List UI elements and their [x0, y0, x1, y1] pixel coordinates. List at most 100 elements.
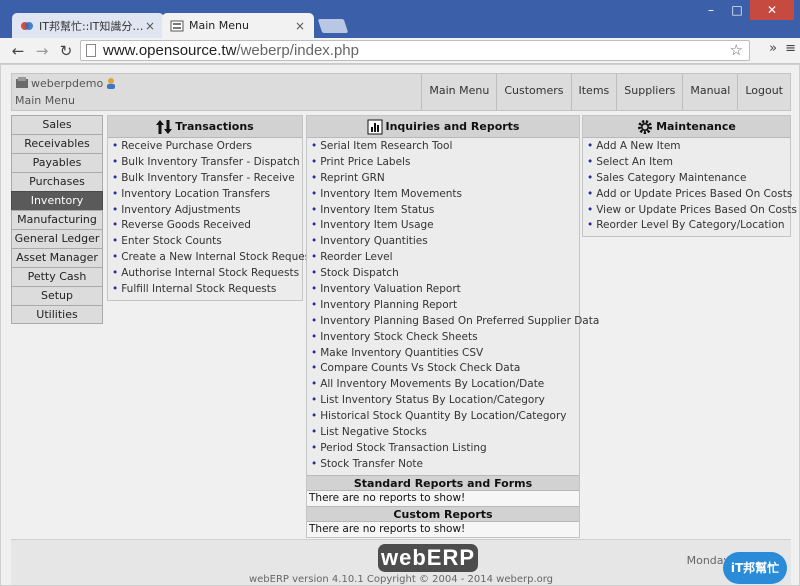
inquiry-item[interactable]: • Inventory Quantities — [311, 234, 579, 250]
top-menu-manual[interactable]: Manual — [682, 74, 737, 110]
inquiry-link[interactable]: Inventory Valuation Report — [320, 283, 461, 295]
module-manufacturing[interactable]: Manufacturing — [11, 210, 103, 229]
transaction-link[interactable]: Fulfill Internal Stock Requests — [121, 283, 276, 295]
maintenance-item[interactable]: • Reorder Level By Category/Location — [587, 218, 790, 234]
maintenance-item[interactable]: • Add or Update Prices Based On Costs — [587, 187, 792, 203]
inquiry-item[interactable]: • Stock Transfer Note — [311, 457, 579, 473]
transaction-item[interactable]: • Create a New Internal Stock Request — [112, 250, 314, 266]
transaction-link[interactable]: Bulk Inventory Transfer - Receive — [121, 172, 294, 184]
window-close-icon[interactable]: ✕ — [750, 0, 794, 20]
inquiry-item[interactable]: • List Inventory Status By Location/Categ… — [311, 393, 579, 409]
inquiry-link[interactable]: Make Inventory Quantities CSV — [320, 347, 483, 359]
inquiry-item[interactable]: • Compare Counts Vs Stock Check Data — [311, 361, 579, 377]
tab-close-icon[interactable]: × — [294, 19, 306, 33]
module-setup[interactable]: Setup — [11, 286, 103, 305]
menu-icon[interactable]: ≡ — [785, 41, 796, 56]
top-menu-logout[interactable]: Logout — [737, 74, 790, 110]
inquiry-item[interactable]: • Stock Dispatch — [311, 266, 579, 282]
top-menu-items[interactable]: Items — [570, 74, 617, 110]
inquiry-link[interactable]: Serial Item Research Tool — [320, 140, 452, 152]
maintenance-link[interactable]: Reorder Level By Category/Location — [596, 219, 784, 231]
inquiry-item[interactable]: • Reprint GRN — [311, 171, 579, 187]
tab-close-icon[interactable]: × — [144, 19, 156, 33]
module-payables[interactable]: Payables — [11, 153, 103, 172]
inquiry-link[interactable]: Reorder Level — [320, 251, 392, 263]
transaction-link[interactable]: Bulk Inventory Transfer - Dispatch — [121, 156, 300, 168]
module-purchases[interactable]: Purchases — [11, 172, 103, 191]
maintenance-link[interactable]: Add A New Item — [596, 140, 680, 152]
inquiry-item[interactable]: • Historical Stock Quantity By Location/C… — [311, 409, 579, 425]
inquiry-item[interactable]: • Inventory Item Status — [311, 203, 579, 219]
inquiry-item[interactable]: • Inventory Planning Based On Preferred S… — [311, 314, 599, 330]
module-inventory[interactable]: Inventory — [11, 191, 103, 210]
inquiry-link[interactable]: List Inventory Status By Location/Catego… — [320, 394, 545, 406]
inquiry-item[interactable]: • Inventory Stock Check Sheets — [311, 330, 579, 346]
maintenance-item[interactable]: • Add A New Item — [587, 139, 790, 155]
transaction-link[interactable]: Reverse Goods Received — [121, 219, 251, 231]
transaction-item[interactable]: • Reverse Goods Received — [112, 218, 302, 234]
transaction-item[interactable]: • Bulk Inventory Transfer - Dispatch — [112, 155, 302, 171]
transaction-link[interactable]: Enter Stock Counts — [121, 235, 222, 247]
maintenance-link[interactable]: View or Update Prices Based On Costs — [596, 204, 797, 216]
transaction-link[interactable]: Authorise Internal Stock Requests — [121, 267, 299, 279]
inquiry-item[interactable]: • Inventory Item Usage — [311, 218, 579, 234]
inquiry-item[interactable]: • Period Stock Transaction Listing — [311, 441, 579, 457]
top-menu-suppliers[interactable]: Suppliers — [616, 74, 682, 110]
extensions-chevron-icon[interactable]: » — [769, 41, 777, 56]
inquiry-link[interactable]: Inventory Planning Report — [320, 299, 457, 311]
transaction-item[interactable]: • Receive Purchase Orders — [112, 139, 302, 155]
transaction-link[interactable]: Receive Purchase Orders — [121, 140, 252, 152]
inquiry-item[interactable]: • Inventory Valuation Report — [311, 282, 579, 298]
new-tab-button[interactable] — [317, 19, 349, 33]
inquiry-link[interactable]: Print Price Labels — [320, 156, 410, 168]
module-petty-cash[interactable]: Petty Cash — [11, 267, 103, 286]
inquiry-item[interactable]: • Reorder Level — [311, 250, 579, 266]
inquiry-link[interactable]: List Negative Stocks — [320, 426, 427, 438]
inquiry-link[interactable]: Compare Counts Vs Stock Check Data — [320, 362, 520, 374]
top-menu-main-menu[interactable]: Main Menu — [421, 74, 496, 110]
username[interactable]: weberpdemo — [31, 77, 103, 90]
transaction-item[interactable]: • Fulfill Internal Stock Requests — [112, 282, 302, 298]
inquiry-item[interactable]: • Inventory Planning Report — [311, 298, 579, 314]
inquiry-link[interactable]: Inventory Item Usage — [320, 219, 433, 231]
minimize-icon[interactable]: – — [698, 0, 724, 20]
maintenance-item[interactable]: • Sales Category Maintenance — [587, 171, 790, 187]
inquiry-item[interactable]: • List Negative Stocks — [311, 425, 579, 441]
transaction-item[interactable]: • Authorise Internal Stock Requests — [112, 266, 302, 282]
inquiry-link[interactable]: Stock Transfer Note — [320, 458, 423, 470]
module-general-ledger[interactable]: General Ledger — [11, 229, 103, 248]
maintenance-link[interactable]: Add or Update Prices Based On Costs — [596, 188, 792, 200]
maintenance-item[interactable]: • Select An Item — [587, 155, 790, 171]
inquiry-link[interactable]: Reprint GRN — [320, 172, 385, 184]
inquiry-link[interactable]: Inventory Planning Based On Preferred Su… — [320, 315, 599, 327]
maximize-icon[interactable]: □ — [724, 0, 750, 20]
inquiry-link[interactable]: Inventory Item Status — [320, 204, 434, 216]
browser-tab-ithelp[interactable]: IT邦幫忙::IT知識分享社群 × — [12, 13, 164, 38]
inquiry-item[interactable]: • Inventory Item Movements — [311, 187, 579, 203]
inquiry-link[interactable]: Inventory Stock Check Sheets — [320, 331, 477, 343]
address-bar[interactable]: www.opensource.tw/weberp/index.php ☆ — [80, 40, 750, 61]
maintenance-link[interactable]: Sales Category Maintenance — [596, 172, 746, 184]
inquiry-item[interactable]: • Serial Item Research Tool — [311, 139, 579, 155]
inquiry-link[interactable]: Inventory Quantities — [320, 235, 428, 247]
user-settings-icon[interactable] — [105, 77, 117, 89]
browser-tab-main-menu[interactable]: Main Menu × — [162, 13, 314, 38]
reload-icon[interactable]: ↻ — [56, 41, 76, 61]
transaction-link[interactable]: Inventory Location Transfers — [121, 188, 270, 200]
module-asset-manager[interactable]: Asset Manager — [11, 248, 103, 267]
top-menu-customers[interactable]: Customers — [496, 74, 570, 110]
forward-arrow-icon[interactable]: → — [32, 41, 52, 61]
star-icon[interactable]: ☆ — [730, 41, 743, 60]
inquiry-item[interactable]: • All Inventory Movements By Location/Dat… — [311, 377, 579, 393]
transaction-item[interactable]: • Inventory Adjustments — [112, 203, 302, 219]
inquiry-link[interactable]: Stock Dispatch — [320, 267, 399, 279]
inquiry-link[interactable]: All Inventory Movements By Location/Date — [320, 378, 544, 390]
transaction-item[interactable]: • Bulk Inventory Transfer - Receive — [112, 171, 302, 187]
inquiry-link[interactable]: Historical Stock Quantity By Location/Ca… — [320, 410, 566, 422]
inquiry-item[interactable]: • Make Inventory Quantities CSV — [311, 346, 579, 362]
transaction-link[interactable]: Inventory Adjustments — [121, 204, 240, 216]
transaction-item[interactable]: • Enter Stock Counts — [112, 234, 302, 250]
maintenance-item[interactable]: • View or Update Prices Based On Costs — [587, 203, 797, 219]
transaction-item[interactable]: • Inventory Location Transfers — [112, 187, 302, 203]
transaction-link[interactable]: Create a New Internal Stock Request — [121, 251, 314, 263]
